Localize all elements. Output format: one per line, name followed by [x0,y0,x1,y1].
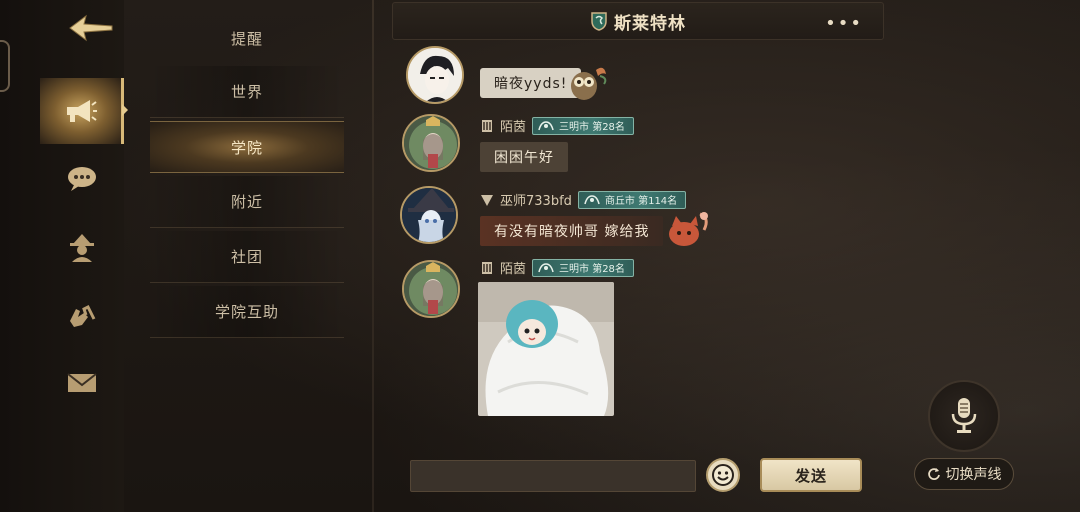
rank-badge: 三明市 第28名 [532,258,634,277]
envelope-icon [67,373,97,392]
laurel-icon [584,194,600,204]
slytherin-crest-icon [591,12,607,31]
message-input[interactable] [410,460,696,492]
page-title: 斯莱特林 [614,13,686,34]
sender-name[interactable]: 陌茵 [500,116,526,135]
rail-item-friends[interactable] [40,214,124,280]
switch-voice-button[interactable]: 切换声线 [914,458,1014,490]
avatar[interactable] [400,186,458,244]
message-image[interactable] [478,282,614,416]
active-rail-marker [122,104,128,116]
channel-house[interactable]: 学院 [150,121,344,173]
emoji-button[interactable] [706,458,740,492]
channel-reminder[interactable]: 提醒 [150,12,344,64]
sender-name[interactable]: 巫师733bfd [500,190,572,209]
hands-icon [70,304,96,327]
back-button[interactable] [66,10,116,46]
sender-info: 陌茵 三明市 第28名 [480,258,634,277]
smiley-icon [712,464,734,486]
channel-world[interactable]: 世界 [150,66,344,118]
message-bubble[interactable]: 困困午好 [480,142,568,172]
refresh-icon [927,468,940,480]
more-options-button[interactable]: ••• [825,13,863,34]
rank-text: 三明市 第28名 [559,264,625,275]
rank-shield-icon [481,194,493,206]
sender-name[interactable]: 陌茵 [500,258,526,277]
sender-info: 巫师733bfd 商丘市 第114名 [480,190,687,209]
wizard-icon [70,234,94,262]
rank-badge: 商丘市 第114名 [577,190,687,209]
rank-badge: 三明市 第28名 [532,116,634,135]
owl-sticker-icon [571,67,607,100]
back-arrow-icon [69,14,113,42]
laurel-icon [538,120,554,130]
rail-edge-decoration [0,40,10,92]
channel-house-help[interactable]: 学院互助 [150,286,344,338]
microphone-icon [951,398,977,433]
house-badge-icon [482,261,492,274]
send-button[interactable]: 发送 [760,458,862,492]
avatar[interactable] [402,114,460,172]
channel-list: 提醒 世界 学院 附近 社团 学院互助 [150,0,344,512]
switch-voice-label: 切换声线 [945,467,1002,483]
chat-header: 斯莱特林 ••• [392,2,884,40]
channel-nearby[interactable]: 附近 [150,176,344,228]
icon-rail [0,0,128,512]
rail-item-chat-channels[interactable] [40,78,124,144]
avatar[interactable] [406,46,464,104]
blanket-photo-image [478,282,614,416]
panel-divider [372,0,374,512]
house-badge-icon [482,119,492,132]
rail-item-messages[interactable] [40,146,124,212]
fox-sticker-icon [669,212,708,246]
rank-text: 商丘市 第114名 [604,196,678,207]
rail-item-mail[interactable] [40,350,124,416]
megaphone-icon [66,100,97,122]
avatar[interactable] [402,260,460,318]
voice-record-button[interactable] [928,380,1000,452]
chat-bubble-icon [68,167,96,191]
message-bubble[interactable]: 有没有暗夜帅哥 嫁给我 [480,216,664,246]
channel-club[interactable]: 社团 [150,231,344,283]
rank-text: 三明市 第28名 [559,122,625,133]
sender-info: 陌茵 三明市 第28名 [480,116,634,135]
rail-item-guild[interactable] [40,282,124,348]
laurel-icon [538,262,554,272]
